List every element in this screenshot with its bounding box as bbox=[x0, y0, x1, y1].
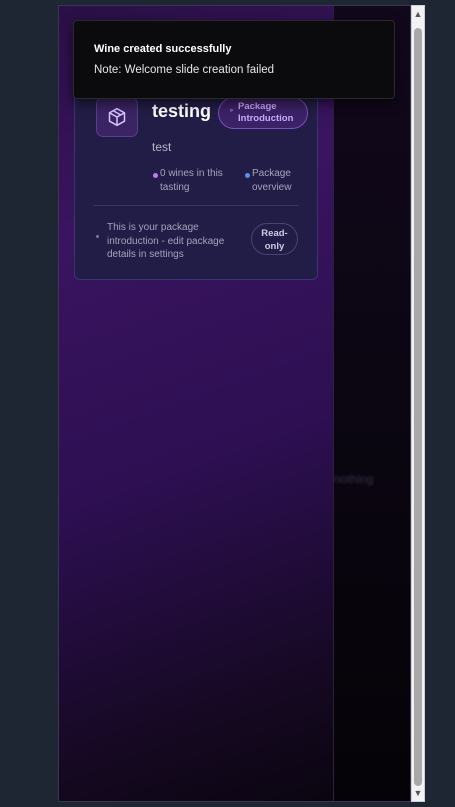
package-description: test bbox=[152, 140, 172, 154]
stat-label: Package overview bbox=[252, 168, 292, 193]
info-text: This is your package introduction - edit… bbox=[107, 222, 225, 260]
package-icon bbox=[96, 97, 138, 137]
toast-description: Note: Welcome slide creation failed bbox=[94, 64, 275, 76]
scroll-up-arrow-icon[interactable]: ▲ bbox=[412, 8, 424, 20]
link-icon: ⚬ bbox=[228, 106, 235, 115]
stat-wines-count: 0 wines in this tasting bbox=[153, 167, 230, 195]
scroll-down-arrow-icon[interactable]: ▼ bbox=[412, 787, 424, 799]
purple-dot-icon bbox=[153, 173, 158, 178]
toast-title: Wine created successfully bbox=[94, 43, 232, 55]
scrollbar-thumb[interactable] bbox=[414, 28, 422, 786]
stat-package-overview: Package overview bbox=[245, 167, 302, 195]
right-pane-ghost-text: nothing bbox=[334, 472, 374, 486]
package-title: testing bbox=[152, 101, 212, 121]
badge-label: Package Introduction bbox=[238, 101, 294, 124]
read-only-badge: Read-only bbox=[251, 223, 298, 255]
vertical-scrollbar[interactable]: ▲ ▼ bbox=[411, 5, 425, 802]
info-note: This is your package introduction - edit… bbox=[96, 221, 247, 262]
info-dot-icon bbox=[96, 235, 99, 238]
divider bbox=[93, 205, 299, 206]
right-pane: nothing bbox=[333, 6, 410, 801]
stat-label: 0 wines in this tasting bbox=[160, 168, 223, 193]
toast-notification[interactable]: Wine created successfully Note: Welcome … bbox=[73, 20, 395, 99]
blue-dot-icon bbox=[245, 173, 250, 178]
package-introduction-badge: ⚬ Package Introduction bbox=[218, 97, 308, 129]
package-intro-card: testing ⚬ Package Introduction test 0 wi… bbox=[74, 76, 318, 280]
preview-frame: nothing testing ⚬ Package Introduction t… bbox=[58, 5, 411, 802]
